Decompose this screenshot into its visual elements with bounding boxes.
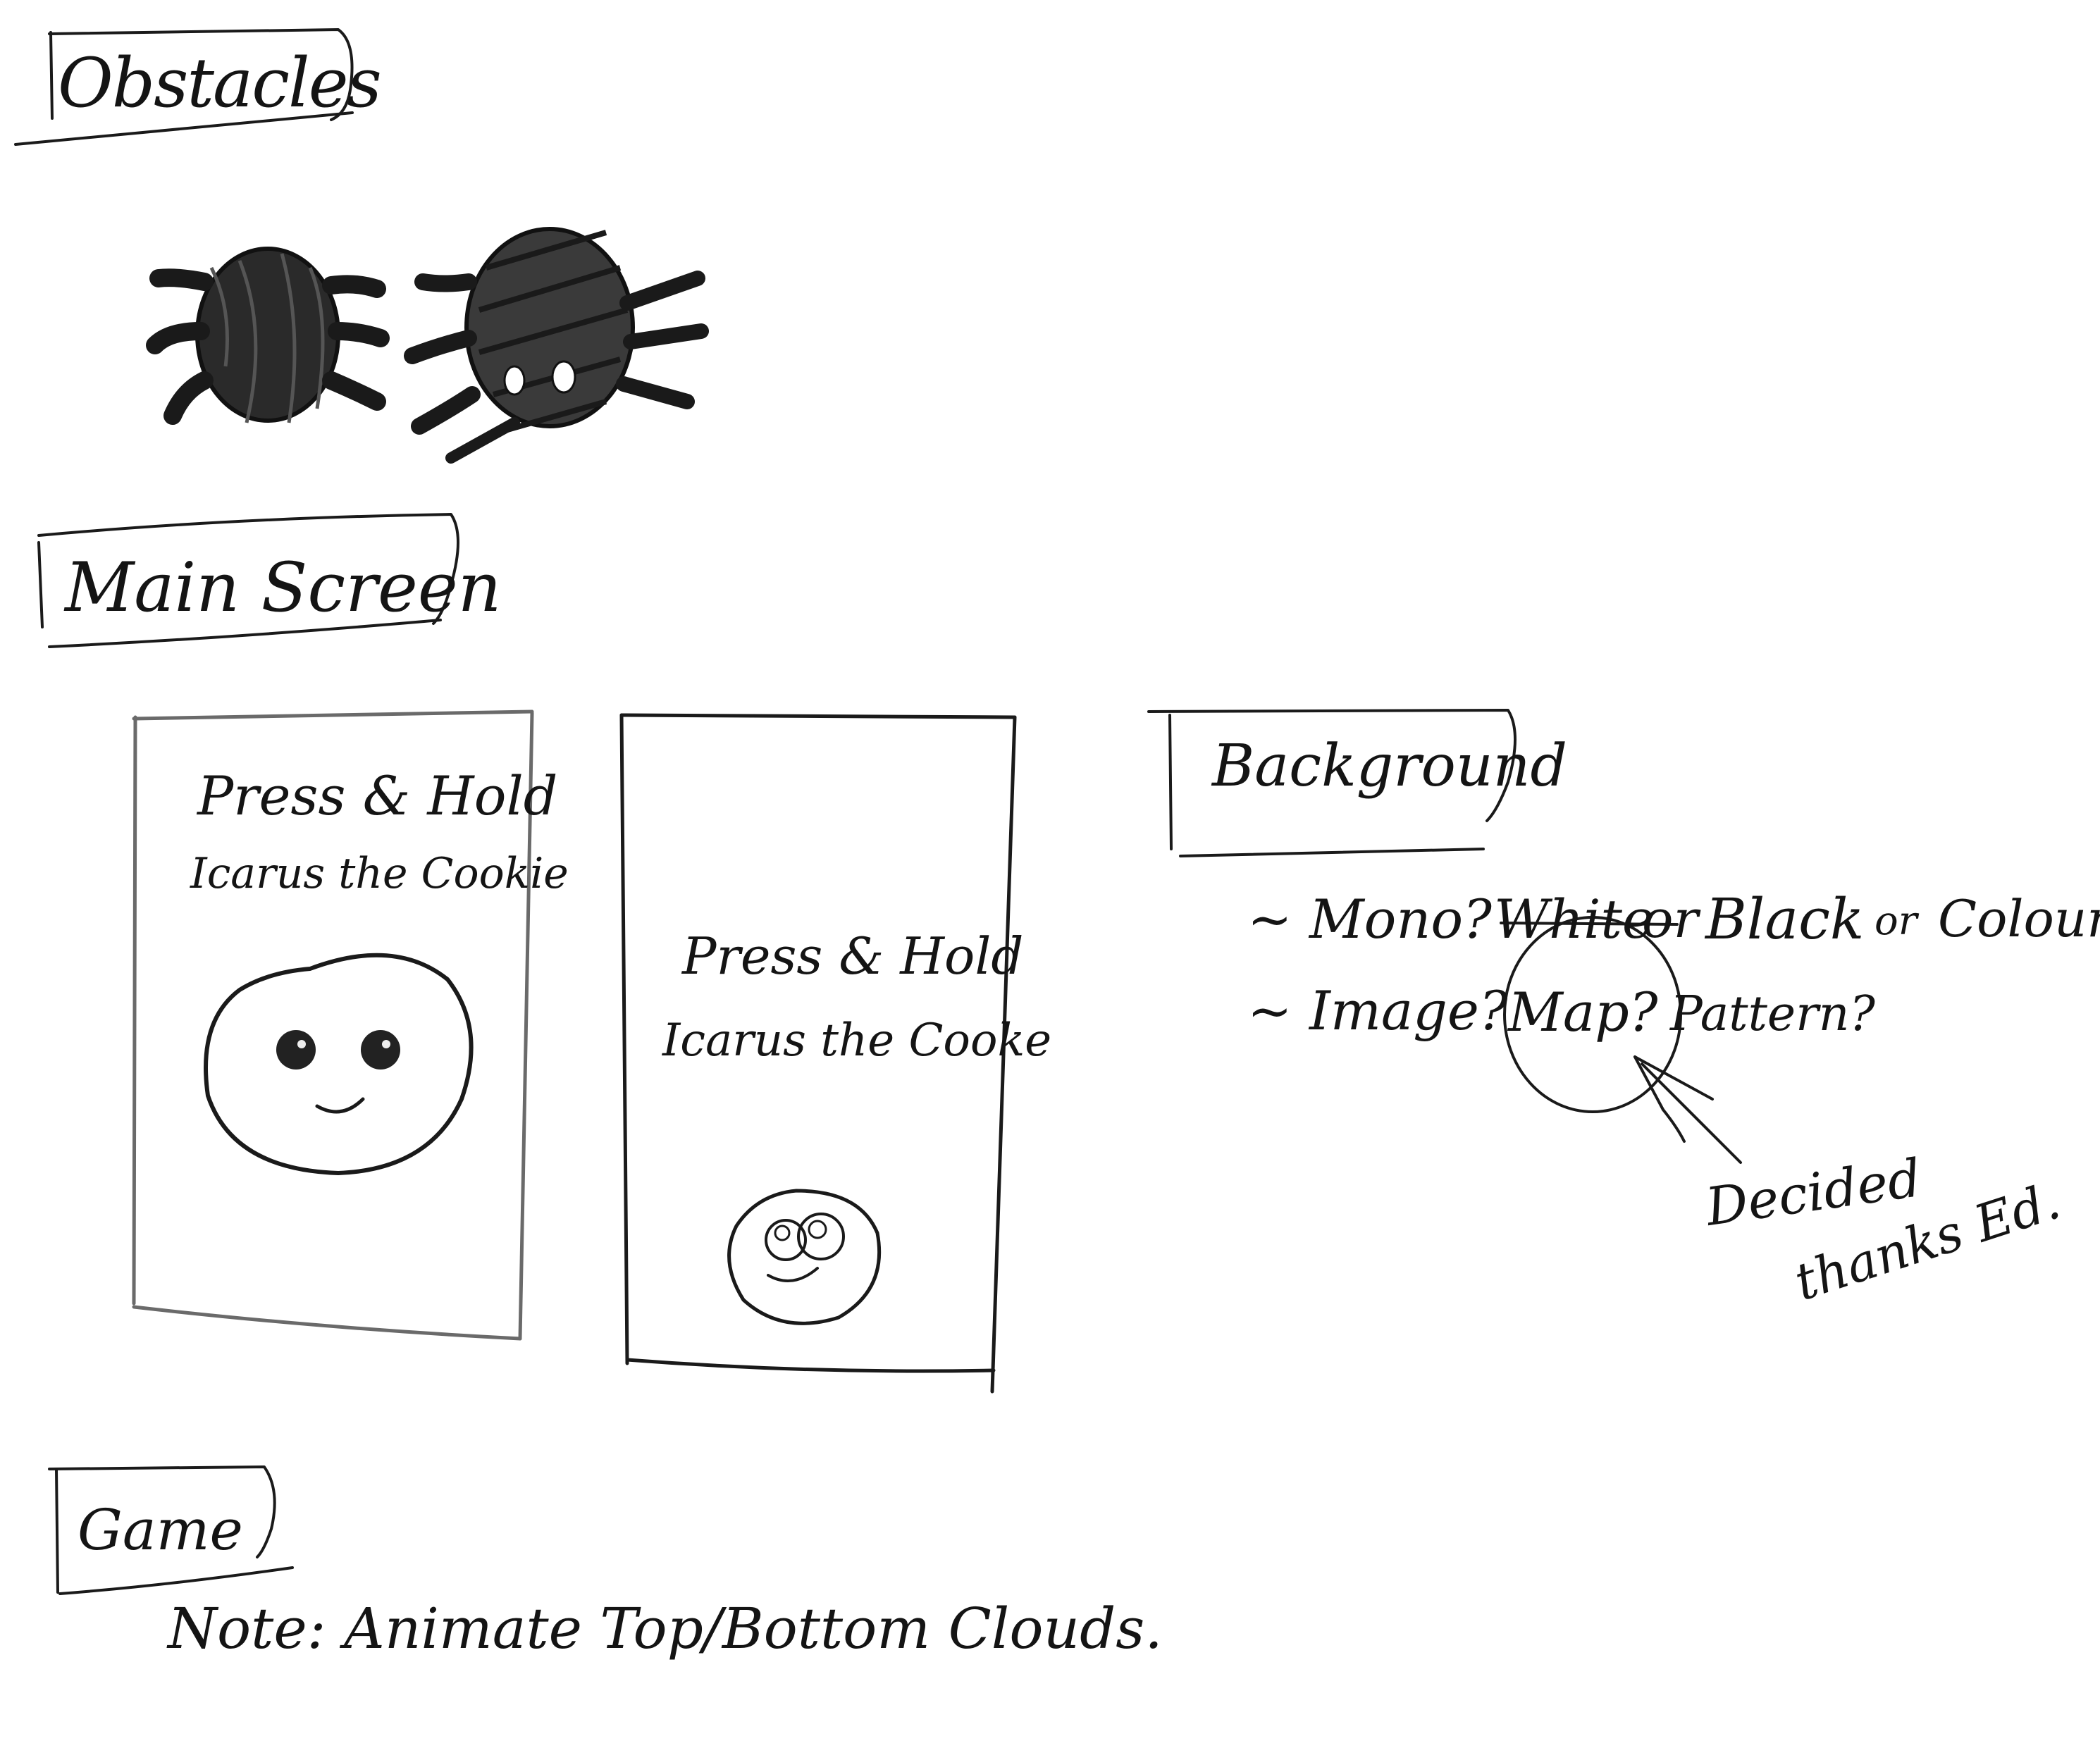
option-black: Black <box>1705 886 1865 952</box>
option-pattern: Pattern? <box>1670 986 1875 1042</box>
game-label: Game <box>78 1497 243 1563</box>
option-or-2: or <box>1874 898 1917 944</box>
mockup-1-title: Press & Hold <box>197 764 558 827</box>
obstacles-label: Obstacles <box>58 44 382 123</box>
mockup-2-subtitle: Icarus the Cooke <box>662 1015 1052 1067</box>
option-white: White <box>1494 888 1654 950</box>
option-image: ~ Image? <box>1247 979 1508 1042</box>
option-map: Map? <box>1508 981 1658 1043</box>
spider-icon <box>404 227 709 464</box>
option-or-1: or <box>1642 889 1698 950</box>
mockup-1-subtitle: Icarus the Cookie <box>190 849 569 898</box>
mockup-2-title: Press & Hold <box>682 926 1024 986</box>
game-note: Note: Animate Top/Bottom Clouds. <box>168 1596 1163 1661</box>
option-colour: Colour. <box>1938 889 2100 948</box>
spider-icon <box>146 247 390 425</box>
cookie-face-icon <box>727 1189 882 1325</box>
option-mono: ~ Mono? <box>1247 888 1492 950</box>
main-screen-label: Main Screen <box>65 548 502 627</box>
cookie-face-icon <box>204 953 474 1175</box>
background-label: Background <box>1212 733 1567 800</box>
decision-arrow <box>1633 1055 1742 1164</box>
